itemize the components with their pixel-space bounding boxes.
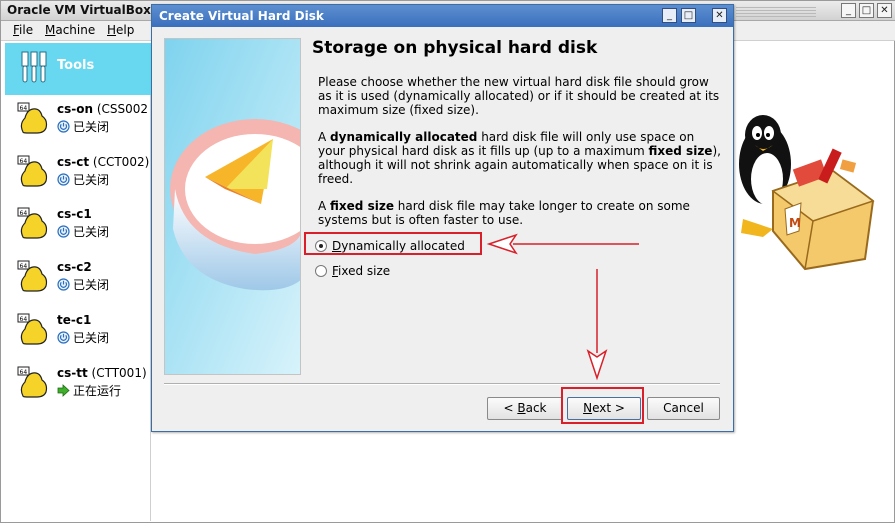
- fixed-size-option[interactable]: Fixed size: [315, 264, 390, 278]
- vm-os-icon: 64: [17, 313, 48, 345]
- vm-state-label: 已关闭: [73, 278, 110, 292]
- vm-state: 已关闭: [57, 223, 109, 240]
- vm-os-icon: 64: [17, 102, 48, 134]
- vm-list-item[interactable]: 64 cs-c2 已关闭: [5, 254, 151, 302]
- vm-name: te-c1: [57, 313, 92, 327]
- annotation-box-dynamic-option: [304, 232, 482, 255]
- create-virtual-hard-disk-dialog: Create Virtual Hard Disk _ □ ✕ Storage o…: [151, 4, 734, 432]
- vm-os-icon: 64: [17, 260, 48, 292]
- annotation-box-next-button: [561, 387, 644, 424]
- vm-state-label: 已关闭: [73, 173, 110, 187]
- svg-text:64: 64: [20, 263, 28, 270]
- vm-state-label: 正在运行: [73, 384, 122, 398]
- fixed-size-label: Fixed size: [332, 264, 391, 278]
- vm-name: cs-c1: [57, 207, 92, 221]
- main-window-title: Oracle VM VirtualBox: [7, 3, 151, 17]
- svg-text:64: 64: [20, 158, 28, 165]
- vm-name: cs-ct (CCT002): [57, 155, 150, 169]
- virtualbox-main-window: Oracle VM VirtualBox _ □ ✕ File Machine …: [0, 0, 895, 523]
- vm-name: cs-on (CSS002: [57, 102, 149, 116]
- vm-list-item[interactable]: 64 cs-tt (CTT001) 正在运行: [5, 360, 151, 408]
- menu-machine[interactable]: Machine: [45, 23, 95, 37]
- maximize-button[interactable]: □: [859, 3, 874, 18]
- back-button[interactable]: < Back: [487, 397, 563, 420]
- dialog-close-button[interactable]: ✕: [712, 8, 727, 23]
- vm-list-sidebar: Tools 64 cs-on (CSS002 已关闭 64 cs-ct (CCT002)…: [5, 43, 151, 521]
- dialog-titlebar[interactable]: Create Virtual Hard Disk _ □ ✕: [152, 5, 733, 27]
- vm-os-icon: 64: [17, 155, 48, 187]
- titlebar-grip: [736, 7, 816, 17]
- vm-state: 正在运行: [57, 382, 121, 399]
- menu-help[interactable]: Help: [107, 23, 134, 37]
- vm-state: 已关闭: [57, 276, 109, 293]
- dialog-maximize-button[interactable]: □: [681, 8, 696, 23]
- vm-state: 已关闭: [57, 171, 109, 188]
- vm-state-label: 已关闭: [73, 225, 110, 239]
- vm-os-icon: 64: [17, 366, 48, 398]
- vm-state: 已关闭: [57, 118, 109, 135]
- fixed-size-radio[interactable]: [315, 265, 327, 277]
- dialog-title: Create Virtual Hard Disk: [159, 9, 324, 23]
- wizard-disk-illustration: [164, 38, 301, 375]
- svg-text:64: 64: [20, 105, 28, 112]
- vm-state-label: 已关闭: [73, 331, 110, 345]
- vm-list-item[interactable]: 64 cs-on (CSS002 已关闭: [5, 96, 151, 144]
- tools-item[interactable]: Tools: [5, 43, 151, 95]
- tools-label: Tools: [57, 58, 95, 73]
- running-arrow-icon: [57, 384, 70, 397]
- dialog-separator: [164, 383, 720, 385]
- minimize-button[interactable]: _: [841, 3, 856, 18]
- svg-text:64: 64: [20, 369, 28, 376]
- vm-list-item[interactable]: 64 cs-c1 已关闭: [5, 201, 151, 249]
- description-paragraph: Please choose whether the new virtual ha…: [318, 75, 720, 117]
- vm-os-icon: 64: [17, 207, 48, 239]
- tux-mascot-illustration: M: [733, 109, 883, 279]
- vm-name: cs-tt (CTT001): [57, 366, 147, 380]
- powered-off-icon: [57, 278, 70, 291]
- menu-file[interactable]: File: [13, 23, 33, 37]
- tools-icon: [21, 51, 47, 83]
- svg-text:64: 64: [20, 210, 28, 217]
- vm-list-item[interactable]: 64 te-c1 已关闭: [5, 307, 151, 355]
- powered-off-icon: [57, 173, 70, 186]
- close-button[interactable]: ✕: [877, 3, 892, 18]
- cancel-button[interactable]: Cancel: [647, 397, 720, 420]
- dialog-minimize-button[interactable]: _: [662, 8, 677, 23]
- vm-name: cs-c2: [57, 260, 92, 274]
- fixed-explanation-paragraph: A fixed size hard disk file may take lon…: [318, 199, 690, 227]
- dialog-heading: Storage on physical hard disk: [312, 38, 598, 58]
- powered-off-icon: [57, 331, 70, 344]
- powered-off-icon: [57, 120, 70, 133]
- vm-list-item[interactable]: 64 cs-ct (CCT002) 已关闭: [5, 149, 151, 197]
- svg-text:M: M: [789, 216, 801, 230]
- vm-state: 已关闭: [57, 329, 109, 346]
- vm-state-label: 已关闭: [73, 120, 110, 134]
- powered-off-icon: [57, 225, 70, 238]
- dynamic-explanation-paragraph: A dynamically allocated hard disk file w…: [318, 130, 721, 186]
- svg-text:64: 64: [20, 316, 28, 323]
